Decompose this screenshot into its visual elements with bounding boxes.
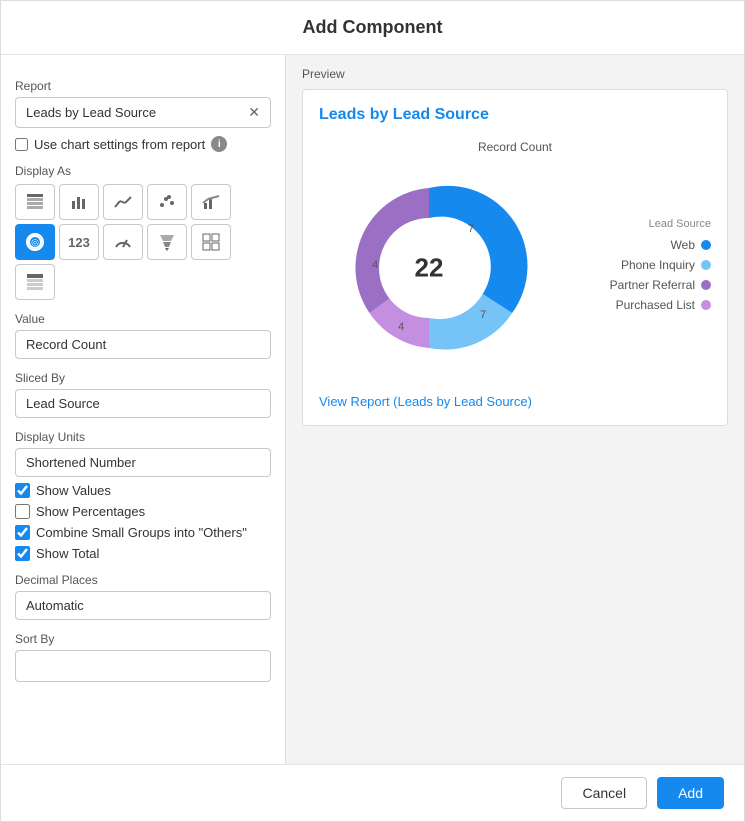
segment-label-purchased: 4: [398, 321, 404, 333]
left-panel: Report Leads by Lead Source ✕ Use chart …: [1, 55, 286, 764]
report-input[interactable]: Leads by Lead Source ✕: [15, 97, 271, 128]
legend-label-web: Web: [671, 238, 695, 252]
modal-header: Add Component: [1, 1, 744, 55]
preview-title: Leads by Lead Source: [319, 106, 711, 124]
chart-area: 7 7 4 4 22 Lea: [319, 158, 711, 378]
value-value: Record Count: [26, 337, 106, 352]
donut-center: 22: [415, 253, 444, 284]
add-component-modal: Add Component Report Leads by Lead Sourc…: [0, 0, 745, 822]
legend-dot-web: [701, 240, 711, 250]
chart-type-donut[interactable]: ◎: [15, 224, 55, 260]
display-units-label: Display Units: [15, 430, 271, 444]
report-value: Leads by Lead Source: [26, 105, 156, 120]
donut-chart: 7 7 4 4 22: [319, 158, 539, 378]
chart-type-number[interactable]: 123: [59, 224, 99, 260]
sliced-by-label: Sliced By: [15, 371, 271, 385]
legend-item-phone: Phone Inquiry: [551, 258, 711, 272]
cancel-button[interactable]: Cancel: [561, 777, 647, 809]
chart-type-scatter[interactable]: [147, 184, 187, 220]
legend-title: Lead Source: [551, 218, 711, 230]
legend: Lead Source Web Phone Inquiry Partner Re…: [551, 218, 711, 318]
modal-footer: Cancel Add: [1, 764, 744, 821]
segment-label-phone: 7: [480, 309, 486, 321]
combine-small-row: Combine Small Groups into "Others": [15, 525, 271, 540]
chart-type-table[interactable]: [15, 184, 55, 220]
show-total-checkbox[interactable]: [15, 546, 30, 561]
view-report-link[interactable]: View Report (Leads by Lead Source): [319, 394, 711, 409]
value-label: Value: [15, 312, 271, 326]
right-panel: Preview Leads by Lead Source Record Coun…: [286, 55, 744, 764]
sliced-by-input[interactable]: Lead Source: [15, 389, 271, 418]
modal-title: Add Component: [303, 17, 443, 37]
info-icon[interactable]: i: [211, 136, 227, 152]
preview-card: Leads by Lead Source Record Count: [302, 89, 728, 426]
display-as-label: Display As: [15, 164, 271, 178]
decimal-places-input[interactable]: Automatic: [15, 591, 271, 620]
show-values-label: Show Values: [36, 483, 111, 498]
report-label: Report: [15, 79, 271, 93]
combine-small-label: Combine Small Groups into "Others": [36, 525, 247, 540]
show-percentages-row: Show Percentages: [15, 504, 271, 519]
legend-dot-partner: [701, 280, 711, 290]
decimal-places-value: Automatic: [26, 598, 84, 613]
display-as-row3: [15, 264, 271, 300]
legend-item-web: Web: [551, 238, 711, 252]
show-total-label: Show Total: [36, 546, 99, 561]
show-values-row: Show Values: [15, 483, 271, 498]
sort-by-input[interactable]: [15, 650, 271, 682]
legend-label-partner: Partner Referral: [610, 278, 695, 292]
clear-icon[interactable]: ✕: [248, 104, 260, 121]
legend-item-purchased: Purchased List: [551, 298, 711, 312]
donut-total: 22: [415, 253, 444, 283]
display-units-value: Shortened Number: [26, 455, 136, 470]
modal-body: Report Leads by Lead Source ✕ Use chart …: [1, 55, 744, 764]
legend-label-phone: Phone Inquiry: [621, 258, 695, 272]
chart-type-funnel[interactable]: [147, 224, 187, 260]
chart-type-matrix[interactable]: [191, 224, 231, 260]
chart-type-combo[interactable]: [191, 184, 231, 220]
add-button[interactable]: Add: [657, 777, 724, 809]
legend-label-purchased: Purchased List: [616, 298, 695, 312]
display-units-input[interactable]: Shortened Number: [15, 448, 271, 477]
chart-type-data-table[interactable]: [15, 264, 55, 300]
segment-label-web: 7: [468, 223, 474, 235]
use-chart-row: Use chart settings from report i: [15, 136, 271, 152]
legend-item-partner: Partner Referral: [551, 278, 711, 292]
decimal-places-label: Decimal Places: [15, 573, 271, 587]
chart-type-gauge[interactable]: [103, 224, 143, 260]
show-percentages-checkbox[interactable]: [15, 504, 30, 519]
use-chart-label: Use chart settings from report: [34, 137, 205, 152]
legend-dot-phone: [701, 260, 711, 270]
chart-type-line[interactable]: [103, 184, 143, 220]
segment-label-partner: 4: [372, 259, 378, 271]
show-percentages-label: Show Percentages: [36, 504, 145, 519]
display-as-grid: ◎ 123: [15, 184, 271, 260]
legend-dot-purchased: [701, 300, 711, 310]
show-total-row: Show Total: [15, 546, 271, 561]
sliced-by-value: Lead Source: [26, 396, 100, 411]
sort-by-label: Sort By: [15, 632, 271, 646]
use-chart-checkbox[interactable]: [15, 138, 28, 151]
record-count-label: Record Count: [319, 140, 711, 154]
preview-label: Preview: [302, 67, 728, 81]
combine-small-checkbox[interactable]: [15, 525, 30, 540]
chart-type-bar[interactable]: [59, 184, 99, 220]
value-input[interactable]: Record Count: [15, 330, 271, 359]
show-values-checkbox[interactable]: [15, 483, 30, 498]
